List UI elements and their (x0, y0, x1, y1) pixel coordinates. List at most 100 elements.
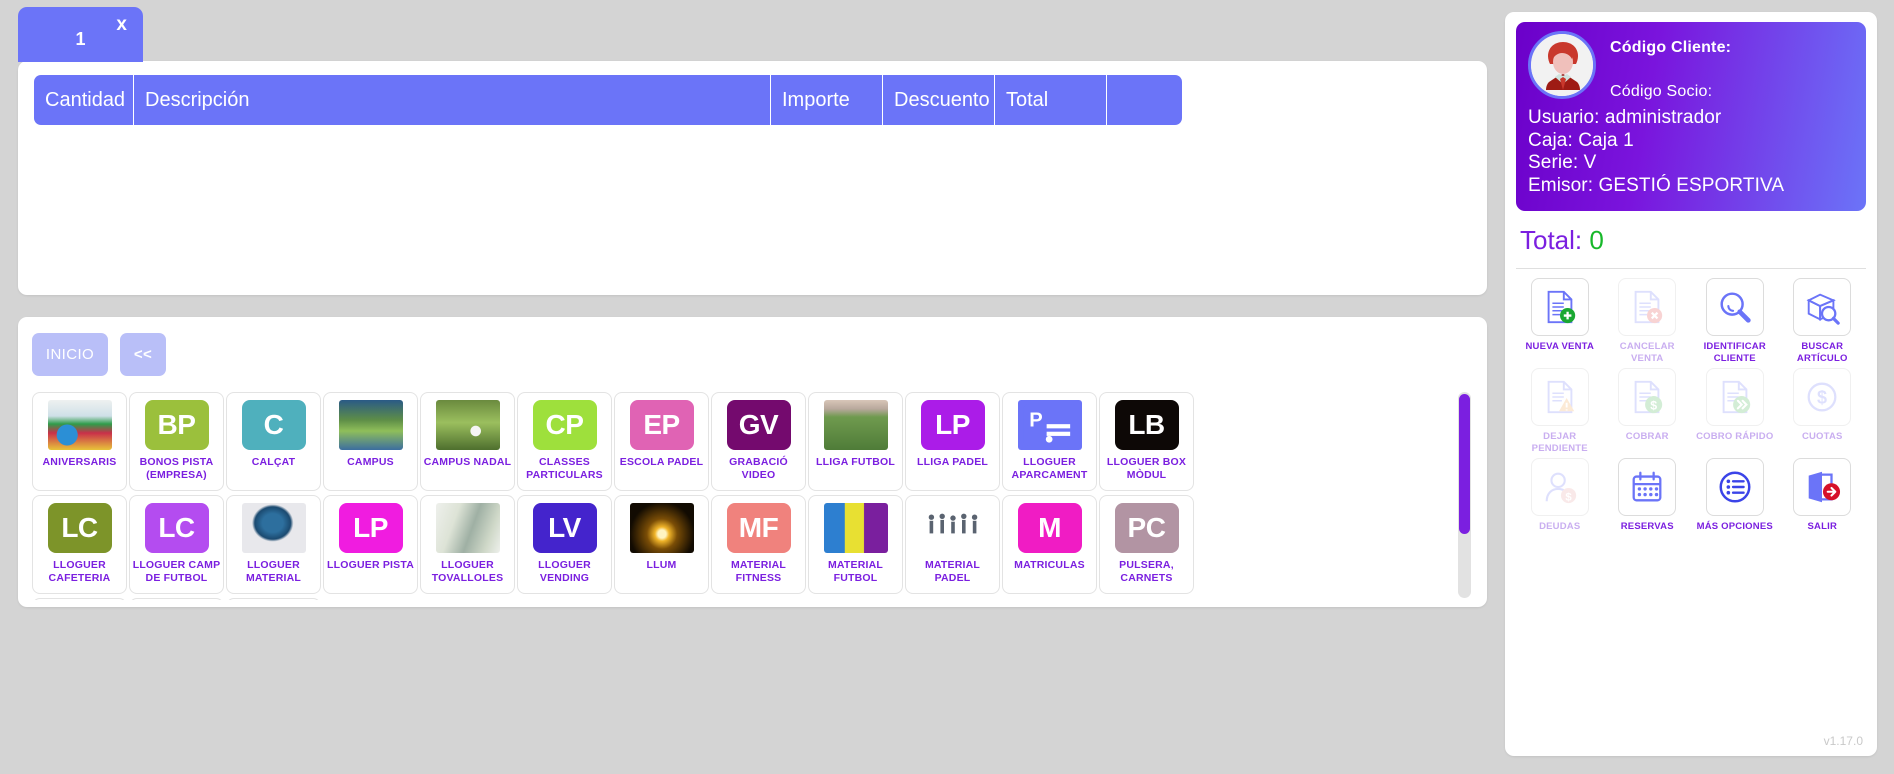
product-tile-label: LLUM (646, 559, 677, 571)
ticket-col-header-descripcin: Descripción (134, 75, 771, 125)
document-cancel-icon (1618, 278, 1677, 336)
version-label: v1.17.0 (1823, 734, 1863, 748)
product-initials: LC (47, 503, 112, 553)
product-tile[interactable]: C CALÇAT (226, 392, 321, 491)
action-label: DEUDAS (1539, 521, 1581, 532)
product-tile[interactable]: MATERIAL FUTBOL (808, 495, 903, 594)
action-label: CANCELAR VENTA (1619, 341, 1675, 364)
product-tile-label: LLOGUER BOX MÒDUL (1106, 456, 1187, 481)
document-fast-icon (1705, 368, 1764, 426)
codigo-cliente-label: Código Cliente: (1610, 39, 1732, 56)
product-tile-label: CAMPUS (347, 456, 394, 468)
action-buscar-art-culo[interactable]: BUSCAR ARTÍCULO (1779, 278, 1867, 364)
action-label: MÁS OPCIONES (1696, 521, 1773, 532)
scrollbar-thumb[interactable] (1459, 394, 1470, 534)
action-reservas[interactable]: RESERVAS (1604, 458, 1692, 533)
product-initials: EP (629, 400, 694, 450)
product-tile[interactable]: LLOGUER TOVALLOLES (420, 495, 515, 594)
product-tile[interactable]: GV GRABACIÓ VIDEO (711, 392, 806, 491)
ticket-table-body[interactable] (34, 125, 1471, 275)
product-tile[interactable]: MF MATERIAL FITNESS (711, 495, 806, 594)
document-add-icon (1530, 278, 1589, 336)
product-initials: LC (144, 503, 209, 553)
action-deudas: $ DEUDAS (1516, 458, 1604, 533)
football-field-photo (823, 400, 888, 450)
product-tile[interactable]: LLOGUER MATERIAL (226, 495, 321, 594)
product-tile-label: PULSERA, CARNETS (1119, 559, 1174, 584)
left-column: 1 x Cantidad Descripción Importe Descuento T… (0, 0, 1505, 774)
action-label: CUOTAS (1801, 431, 1843, 442)
product-tile-label: LLOGUER CAFETERIA (48, 559, 111, 584)
ticket-col-header-blank (1107, 75, 1182, 125)
product-tile[interactable]: PC PULSERA, CARNETS (1099, 495, 1194, 594)
usuario-line: Usuario: administrador (1528, 107, 1722, 128)
tab-strip: 1 x (18, 0, 1487, 62)
product-tile-label: LLOGUER CAMP DE FUTBOL (132, 559, 221, 584)
ticket-col-header-importe: Importe (771, 75, 883, 125)
user-codes: Código Cliente: Código Socio: (1610, 31, 1731, 101)
avatar (1528, 31, 1596, 99)
product-tile[interactable]: M MATRICULAS (1002, 495, 1097, 594)
product-initials: BP (144, 400, 209, 450)
campus-collage-photo (338, 400, 403, 450)
emisor-line: Emisor: GESTIÓ ESPORTIVA (1528, 174, 1785, 196)
codigo-socio-label: Código Socio: (1610, 83, 1713, 100)
close-icon[interactable]: x (116, 15, 127, 34)
football-kits-photo (823, 503, 888, 553)
document-money-icon: $ (1618, 368, 1677, 426)
product-tile[interactable]: LLIGA FUTBOL (808, 392, 903, 491)
product-tile[interactable]: LC LLOGUER CAFETERIA (32, 495, 127, 594)
product-tile[interactable]: LP LLIGA PADEL (905, 392, 1000, 491)
product-tile[interactable]: LC LLOGUER CAMP DE FUTBOL (129, 495, 224, 594)
product-tile-label: CLASSES PARTICULARS (526, 456, 603, 481)
product-tile-label: LLOGUER VENDING (538, 559, 591, 584)
product-tile[interactable]: CAMPUS (323, 392, 418, 491)
product-tile[interactable]: LB LLOGUER BOX MÒDUL (1099, 392, 1194, 491)
ticket-table-header: Cantidad Descripción Importe Descuento Total (34, 75, 1471, 125)
action-m-s-opciones[interactable]: MÁS OPCIONES (1691, 458, 1779, 533)
action-nueva-venta[interactable]: NUEVA VENTA (1516, 278, 1604, 364)
action-identificar-cliente[interactable]: IDENTIFICAR CLIENTE (1691, 278, 1779, 364)
product-initials: LB (1114, 400, 1179, 450)
product-tile[interactable]: LLUM (614, 495, 709, 594)
light-bulb-photo (629, 503, 694, 553)
svg-text:$: $ (1565, 491, 1572, 503)
inicio-button[interactable]: INICIO (32, 333, 108, 376)
product-tile-partial[interactable] (129, 598, 224, 600)
product-grid: ANIVERSARIS BP BONOS PISTA (EMPRESA) C CALÇA… (32, 392, 1473, 600)
product-tile[interactable]: LP LLOGUER PISTA (323, 495, 418, 594)
product-tile[interactable]: MATERIAL PADEL (905, 495, 1000, 594)
action-label: DEJAR PENDIENTE (1531, 431, 1588, 454)
product-tile[interactable]: P LLOGUER APARCAMENT (1002, 392, 1097, 491)
product-tile-label: MATRICULAS (1014, 559, 1085, 571)
product-initials: GV (726, 400, 791, 450)
product-navigation: INICIO << (32, 333, 1473, 376)
action-dejar-pendiente: DEJAR PENDIENTE (1516, 368, 1604, 454)
list-circle-icon (1705, 458, 1764, 516)
product-tile[interactable]: BP BONOS PISTA (EMPRESA) (129, 392, 224, 491)
ticket-tab-1[interactable]: 1 x (18, 7, 143, 62)
product-tile-label: LLOGUER MATERIAL (245, 559, 302, 584)
product-tile[interactable]: EP ESCOLA PADEL (614, 392, 709, 491)
product-tile-partial[interactable] (226, 598, 321, 600)
product-initials: PC (1114, 503, 1179, 553)
product-tile-label: CALÇAT (251, 456, 296, 468)
back-button[interactable]: << (120, 333, 166, 376)
action-salir[interactable]: SALIR (1779, 458, 1867, 533)
product-tile[interactable]: CAMPUS NADAL (420, 392, 515, 491)
product-tile-label: MATERIAL FUTBOL (827, 559, 884, 584)
product-tile-partial[interactable] (32, 598, 127, 600)
product-grid-scrollbar[interactable] (1458, 392, 1471, 598)
product-initials: CP (532, 400, 597, 450)
product-tile[interactable]: LV LLOGUER VENDING (517, 495, 612, 594)
product-tile[interactable]: ANIVERSARIS (32, 392, 127, 491)
ticket-col-header-descuento: Descuento (883, 75, 995, 125)
product-tile-label: GRABACIÓ VIDEO (729, 456, 788, 481)
person-money-icon: $ (1530, 458, 1589, 516)
birthday-cake-photo (47, 400, 112, 450)
product-tile[interactable]: CP CLASSES PARTICULARS (517, 392, 612, 491)
total-row: Total: 0 (1516, 211, 1866, 269)
product-grid-wrap: ANIVERSARIS BP BONOS PISTA (EMPRESA) C CALÇA… (32, 392, 1473, 600)
user-info-card: Código Cliente: Código Socio: Usuario: a… (1516, 22, 1866, 211)
calendar-icon (1618, 458, 1677, 516)
